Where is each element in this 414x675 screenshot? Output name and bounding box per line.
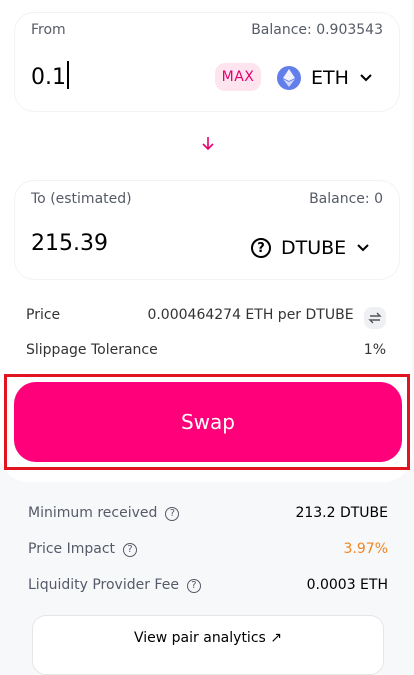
from-label: From [31,22,66,38]
lp-fee-row: Liquidity Provider Fee? 0.0003 ETH [28,577,388,593]
to-token-symbol: DTUBE [281,237,347,259]
slippage-value: 1% [363,342,386,358]
lp-fee-value: 0.0003 ETH [306,577,388,593]
min-received-row: Minimum received? 213.2 DTUBE [28,505,388,521]
price-value-wrap: 0.000464274 ETH per DTUBE [147,307,386,329]
lp-fee-label: Liquidity Provider Fee [28,577,179,593]
view-pair-analytics-link[interactable]: View pair analytics ↗ [32,615,384,675]
chevron-down-icon [360,74,372,82]
from-amount-input[interactable]: 0.1 [31,61,69,90]
text-caret [67,61,69,89]
from-amount-value: 0.1 [31,65,66,90]
price-value: 0.000464274 ETH per DTUBE [147,307,354,323]
swap-button[interactable]: Swap [14,382,402,462]
to-label: To (estimated) [31,191,132,207]
from-token-symbol: ETH [311,67,349,89]
eth-icon [277,66,301,90]
help-icon[interactable]: ? [165,506,180,521]
swap-arrows-icon [368,312,382,324]
min-received-value: 213.2 DTUBE [295,505,388,521]
slippage-row: Slippage Tolerance 1% [26,342,386,358]
swap-card: From Balance: 0.903543 0.1 MAX ETH To (e… [0,0,412,482]
to-balance: Balance: 0 [309,191,383,207]
invert-price-button[interactable] [364,307,386,329]
price-row: Price 0.000464274 ETH per DTUBE [26,307,386,329]
from-panel: From Balance: 0.903543 0.1 MAX ETH [14,12,400,112]
max-button[interactable]: MAX [215,63,261,91]
price-impact-label: Price Impact [28,541,116,557]
help-icon[interactable]: ? [123,542,138,557]
to-token-select[interactable]: ? DTUBE [251,237,370,259]
to-amount-input[interactable]: 215.39 [31,231,108,256]
from-balance: Balance: 0.903543 [251,22,383,38]
price-label: Price [26,307,61,323]
slippage-label: Slippage Tolerance [26,342,158,358]
chevron-down-icon [357,244,369,252]
unknown-token-icon: ? [251,238,271,258]
switch-direction-arrow-icon[interactable] [200,135,216,153]
from-token-select[interactable]: ETH [277,66,373,90]
to-panel: To (estimated) Balance: 0 215.39 ? DTUBE [14,180,400,280]
price-impact-row: Price Impact? 3.97% [28,541,388,557]
min-received-label: Minimum received [28,505,158,521]
help-icon[interactable]: ? [186,578,201,593]
price-impact-value: 3.97% [343,541,388,557]
